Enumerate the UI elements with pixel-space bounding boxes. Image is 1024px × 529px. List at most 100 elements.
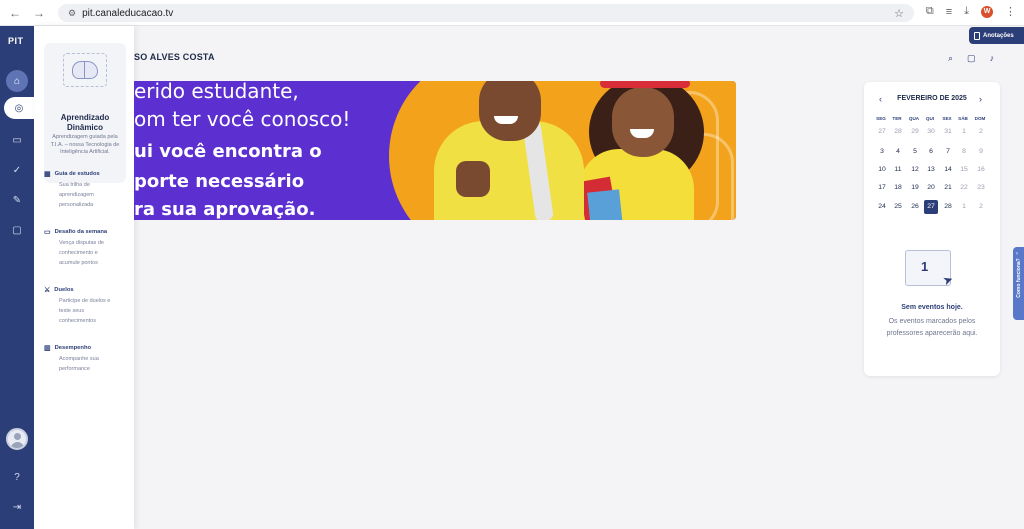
monitor-icon[interactable]: ▭: [6, 129, 28, 151]
welcome-banner: erido estudante, om ter você conosco! ui…: [134, 81, 736, 220]
calendar-day[interactable]: 4: [891, 145, 905, 159]
calendar-day[interactable]: 21: [941, 181, 955, 195]
address-bar[interactable]: ⚙ pit.canaleducacao.tv ☆: [58, 4, 914, 22]
banner-line-2: om ter você conosco!: [134, 107, 351, 131]
calendar-day[interactable]: 25: [891, 200, 905, 214]
calendar-day[interactable]: 22: [957, 181, 971, 195]
calendar-day[interactable]: 26: [908, 200, 922, 214]
student-boy-face: [479, 81, 541, 141]
search-icon[interactable]: ⌕: [948, 53, 953, 64]
calendar-day[interactable]: 6: [924, 145, 938, 159]
menu-item-description: Sua trilha de aprendizagem personalizada: [59, 182, 94, 208]
check-circle-icon[interactable]: ✓: [6, 159, 28, 181]
site-settings-icon[interactable]: ⚙: [68, 8, 76, 19]
menu-item-performance[interactable]: ▥ Desempenho Acompanhe sua performance: [44, 344, 128, 374]
calendar-day[interactable]: 28: [891, 125, 905, 139]
browser-menu-icon[interactable]: ⋮: [1005, 5, 1016, 18]
banner-line-3: ui você encontra o: [134, 141, 322, 162]
calendar-day[interactable]: 17: [875, 181, 889, 195]
media-icon[interactable]: ≡: [946, 6, 952, 18]
calendar-day-today[interactable]: 27: [924, 200, 938, 214]
calendar-day[interactable]: 3: [875, 145, 889, 159]
brain-icon: [63, 53, 107, 87]
weekday-label: SEX: [942, 116, 952, 121]
calendar-day[interactable]: 27: [875, 125, 889, 139]
back-icon[interactable]: ←: [8, 6, 22, 20]
student-girl-face: [612, 87, 674, 157]
calendar-day[interactable]: 11: [891, 163, 905, 177]
banner-line-4: porte necessário: [134, 171, 305, 192]
weekday-label: QUA: [908, 116, 920, 121]
how-it-works-tab[interactable]: ‹ Como funciona?: [1013, 247, 1024, 320]
header-actions: ⌕ ▢ ♪: [948, 53, 994, 64]
forward-icon[interactable]: →: [32, 6, 46, 20]
learning-flyout: Aprendizado Dinâmico Aprendizagem guiada…: [34, 26, 134, 529]
blue-book: [587, 189, 623, 220]
calendar-day[interactable]: 5: [908, 145, 922, 159]
thumbs-up-hand: [456, 161, 490, 197]
menu-item-study-guide[interactable]: ▦ Guia de estudos Sua trilha de aprendiza…: [44, 170, 128, 210]
calendar-day[interactable]: 10: [875, 163, 889, 177]
banner-line-1: erido estudante,: [134, 81, 299, 103]
download-icon[interactable]: ⤓: [964, 5, 969, 18]
pit-logo[interactable]: PIT: [8, 36, 24, 46]
weekday-label: SEG: [876, 116, 886, 121]
calendar-day[interactable]: 8: [957, 145, 971, 159]
calendar-day[interactable]: 16: [974, 163, 988, 177]
calendar-day[interactable]: 19: [908, 181, 922, 195]
calendar-day[interactable]: 23: [974, 181, 988, 195]
url-text: pit.canaleducacao.tv: [82, 7, 174, 19]
menu-item-label: Desempenho: [54, 345, 92, 351]
calendar-day[interactable]: 14: [941, 163, 955, 177]
browser-toolbar: ← → ↻ ⚙ pit.canaleducacao.tv ☆ ⧉ ≡ ⤓ W ⋮: [0, 0, 1024, 26]
menu-item-description: Participe de duelos e teste seus conheci…: [59, 298, 111, 324]
pencil-icon[interactable]: ✎: [6, 189, 28, 211]
calendar-day[interactable]: 2: [974, 125, 988, 139]
profile-avatar[interactable]: W: [981, 5, 993, 18]
calendar-day[interactable]: 7: [941, 145, 955, 159]
notes-label: Anotações: [983, 32, 1014, 39]
calendar-day[interactable]: 31: [941, 125, 955, 139]
featured-description: Aprendizagem guiada pela T.I.A. – nossa …: [50, 134, 120, 155]
calendar-day[interactable]: 1: [957, 200, 971, 214]
extensions-icon[interactable]: ⧉: [926, 5, 934, 18]
chat-icon[interactable]: ▢: [6, 219, 28, 241]
bell-icon[interactable]: ♪: [990, 53, 995, 64]
next-month-icon[interactable]: ›: [979, 94, 982, 104]
notes-button[interactable]: Anotações: [969, 27, 1024, 44]
calendar-day[interactable]: 9: [974, 145, 988, 159]
home-icon[interactable]: ⌂: [6, 70, 28, 92]
how-it-works-label: Como funciona?: [1016, 258, 1022, 298]
calendar-day[interactable]: 24: [875, 200, 889, 214]
weekday-label: DOM: [974, 116, 986, 121]
calendar-illustration: 1 ➤: [901, 240, 963, 290]
calendar-day[interactable]: 13: [924, 163, 938, 177]
calendar-day[interactable]: 20: [924, 181, 938, 195]
menu-item-weekly-challenge[interactable]: ▭ Desafio da semana Vença disputas de con…: [44, 228, 128, 268]
no-events-description: Os eventos marcados pelos professores ap…: [886, 318, 978, 337]
calendar-day[interactable]: 12: [908, 163, 922, 177]
bookmark-star-icon[interactable]: ☆: [894, 7, 904, 20]
calendar-day[interactable]: 30: [924, 125, 938, 139]
menu-item-label: Duelos: [54, 287, 74, 293]
no-events-title: Sem eventos hoje.: [901, 304, 963, 311]
menu-item-description: Acompanhe sua performance: [59, 356, 99, 372]
logout-icon[interactable]: ⇥: [6, 496, 28, 518]
menu-item-duels[interactable]: ⚔ Duelos Participe de duelos e teste seus…: [44, 286, 128, 326]
left-rail: PIT ⌂ ◎ ▭ ✓ ✎ ▢ ? ⇥: [0, 26, 34, 529]
calendar-day[interactable]: 15: [957, 163, 971, 177]
calendar-day[interactable]: 28: [941, 200, 955, 214]
calendar-day[interactable]: 1: [957, 125, 971, 139]
calendar-illustration-number: 1: [921, 259, 929, 274]
calendar-day[interactable]: 2: [974, 200, 988, 214]
learning-icon[interactable]: ◎: [4, 97, 34, 119]
calendar-day[interactable]: 18: [891, 181, 905, 195]
user-avatar[interactable]: [6, 428, 28, 450]
message-icon[interactable]: ▢: [967, 53, 976, 64]
help-icon[interactable]: ?: [6, 466, 28, 488]
calendar-card: ‹ FEVEREIRO DE 2025 › 1 ➤ Sem eventos ho…: [864, 82, 1000, 376]
student-girl-headband: [600, 81, 690, 88]
featured-title: Aprendizado Dinâmico: [60, 113, 110, 132]
featured-card[interactable]: Aprendizado Dinâmico Aprendizagem guiada…: [44, 43, 126, 183]
calendar-day[interactable]: 29: [908, 125, 922, 139]
